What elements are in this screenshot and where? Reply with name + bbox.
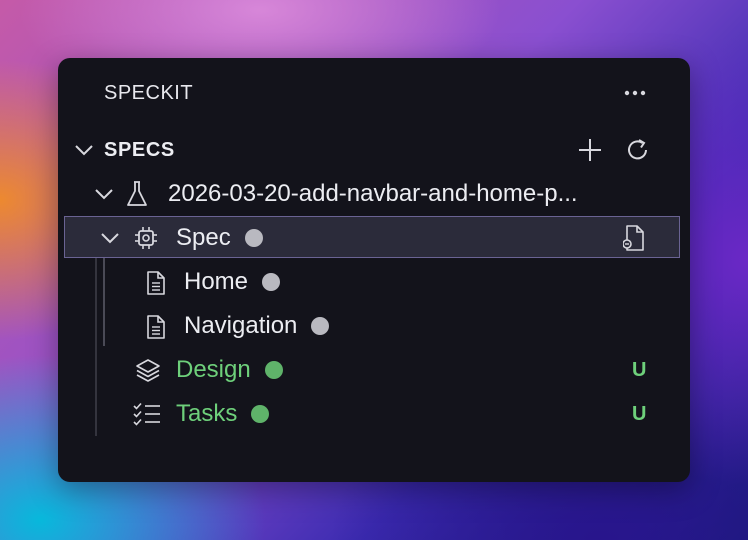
checklist-icon (132, 401, 162, 427)
panel-title: SPECKIT (104, 82, 194, 104)
more-actions-button[interactable] (620, 80, 650, 106)
chip-icon (132, 225, 160, 251)
refresh-button[interactable] (620, 136, 656, 164)
specs-section-label: SPECS (104, 138, 175, 161)
status-dot (311, 317, 330, 335)
refresh-icon (628, 139, 647, 160)
more-icon (624, 90, 646, 96)
spec-folder-row[interactable]: 2026-03-20-add-navbar-and-home-p... (58, 172, 690, 216)
chevron-down-icon (98, 228, 122, 248)
navigation-row[interactable]: Navigation (58, 304, 690, 348)
chevron-down-icon (72, 140, 96, 160)
flask-icon (124, 180, 150, 208)
design-row[interactable]: Design U (58, 348, 690, 392)
add-spec-button[interactable] (572, 136, 608, 164)
untracked-badge: U (632, 402, 647, 425)
file-icon (144, 313, 168, 341)
home-row[interactable]: Home (58, 260, 690, 304)
add-icon (579, 139, 601, 161)
chevron-down-icon (92, 184, 116, 204)
spec-label: Spec (176, 224, 231, 251)
navigation-label: Navigation (184, 312, 298, 339)
file-link-icon (623, 225, 644, 251)
specs-section-header[interactable]: SPECS (58, 128, 690, 172)
status-dot (264, 361, 283, 379)
status-dot (262, 273, 281, 291)
untracked-badge: U (632, 358, 647, 381)
spec-row[interactable]: Spec (58, 216, 690, 260)
spec-folder-label: 2026-03-20-add-navbar-and-home-p... (168, 180, 578, 207)
status-dot (244, 229, 263, 247)
speckit-panel: SPECKIT SPECS 2026-03-20-add-navbar-and-… (58, 58, 690, 482)
tasks-label: Tasks (176, 400, 238, 427)
home-label: Home (184, 268, 249, 295)
tasks-row[interactable]: Tasks U (58, 392, 690, 436)
design-label: Design (176, 356, 251, 383)
layers-icon (134, 357, 162, 383)
file-icon (144, 269, 168, 297)
open-spec-file-button[interactable] (620, 223, 650, 253)
status-dot (251, 405, 270, 423)
